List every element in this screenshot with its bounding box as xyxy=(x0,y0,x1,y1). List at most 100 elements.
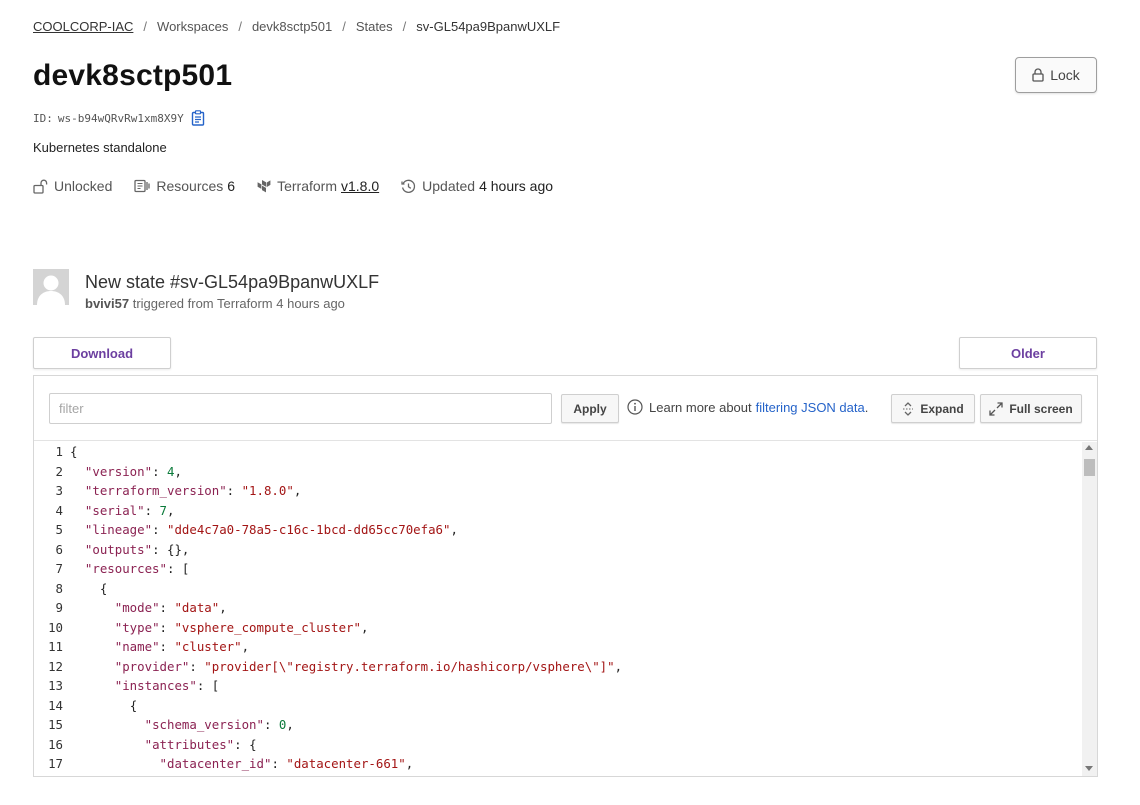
code-text: "resources": [ xyxy=(84,561,190,576)
json-key: "serial" xyxy=(84,502,145,518)
code-scrollbar[interactable] xyxy=(1082,442,1097,776)
line-number: 13 xyxy=(48,678,63,693)
updated-value: 4 hours ago xyxy=(479,178,554,194)
workspace-id: ID: ws-b94wQRvRw1xm8X9Y xyxy=(33,110,205,126)
line-number: 7 xyxy=(55,561,63,576)
code-text: "outputs": {}, xyxy=(84,541,190,557)
code-line: 3 "terraform_version": "1.8.0", xyxy=(34,481,1082,501)
json-key: "resources" xyxy=(84,561,167,576)
avatar xyxy=(33,269,69,305)
line-number: 5 xyxy=(55,522,63,537)
json-value: { xyxy=(99,580,108,596)
json-key: "mode" xyxy=(114,600,160,615)
json-value: "data" xyxy=(174,600,220,615)
lock-status-label: Unlocked xyxy=(54,178,113,194)
json-value: {} xyxy=(166,541,182,557)
line-number: 14 xyxy=(48,697,63,713)
json-key: "version" xyxy=(84,463,153,479)
lock-status: Unlocked xyxy=(33,178,112,194)
json-key: "outputs" xyxy=(84,541,153,557)
download-button[interactable]: Download xyxy=(33,337,171,369)
workspace-meta: Unlocked Resources 6 Terraform v1.8.0 Up… xyxy=(33,178,575,194)
scroll-up-arrow-icon[interactable] xyxy=(1085,445,1093,450)
lock-button-label: Lock xyxy=(1050,67,1080,83)
json-value: 7 xyxy=(159,502,167,518)
json-value: "provider[\"registry.terraform.io/hashic… xyxy=(204,658,615,674)
line-number: 10 xyxy=(48,619,63,635)
line-number: 4 xyxy=(55,502,63,518)
json-value: "cluster" xyxy=(174,639,242,654)
expand-button[interactable]: Expand xyxy=(891,394,975,423)
filter-help: Learn more about filtering JSON data. xyxy=(627,399,868,415)
code-text: { xyxy=(63,442,77,462)
json-value: { xyxy=(70,444,78,459)
breadcrumb-org-link[interactable]: COOLCORP-IAC xyxy=(33,19,133,34)
code-text: "type": "vsphere_compute_cluster", xyxy=(114,619,369,635)
code-text: "lineage": "dde4c7a0-78a5-c16c-1bcd-dd65… xyxy=(84,522,458,537)
lock-button[interactable]: Lock xyxy=(1015,57,1097,93)
filter-input[interactable] xyxy=(49,393,552,424)
breadcrumb-separator: / xyxy=(238,19,242,34)
json-key: "instances" xyxy=(114,678,197,693)
copy-icon[interactable] xyxy=(191,110,205,126)
scroll-down-arrow-icon[interactable] xyxy=(1085,766,1093,771)
line-number: 17 xyxy=(48,756,63,771)
workspace-description: Kubernetes standalone xyxy=(33,140,167,155)
json-code: 1{2 "version": 4, 3 "terraform_version": … xyxy=(34,442,1082,776)
padlock-icon xyxy=(1032,68,1044,82)
line-number: 3 xyxy=(55,483,63,498)
line-number: 11 xyxy=(48,639,63,654)
history-icon xyxy=(401,179,416,193)
breadcrumb-workspace-link[interactable]: devk8sctp501 xyxy=(252,19,332,34)
state-title: New state #sv-GL54pa9BpanwUXLF xyxy=(85,272,380,292)
code-line: 16 "attributes": { xyxy=(34,735,1082,755)
code-text: { xyxy=(63,696,137,716)
expand-icon xyxy=(903,401,914,416)
page-title: devk8sctp501 xyxy=(33,59,233,92)
resources-value: 6 xyxy=(227,178,236,194)
json-value: "vsphere_compute_cluster" xyxy=(174,619,361,635)
info-icon xyxy=(627,399,643,415)
code-text: "serial": 7, xyxy=(84,502,175,518)
terraform-version-link[interactable]: v1.8.0 xyxy=(341,178,379,194)
filter-help-suffix: . xyxy=(864,399,869,415)
code-line: 9 "mode": "data", xyxy=(34,598,1082,618)
code-line: 5 "lineage": "dde4c7a0-78a5-c16c-1bcd-dd… xyxy=(34,520,1082,540)
code-text: "version": 4, xyxy=(84,463,182,479)
breadcrumb-current: sv-GL54pa9BpanwUXLF xyxy=(416,19,561,34)
fullscreen-button-label: Full screen xyxy=(1009,401,1073,416)
code-line: 15 "schema_version": 0, xyxy=(34,715,1082,735)
breadcrumb-separator: / xyxy=(143,19,148,34)
fullscreen-icon xyxy=(989,401,1003,416)
code-text: "provider": "provider[\"registry.terrafo… xyxy=(114,658,623,674)
json-value: [ xyxy=(181,561,190,576)
filter-help-text: Learn more about xyxy=(649,399,752,415)
fullscreen-button[interactable]: Full screen xyxy=(980,394,1082,423)
line-number: 12 xyxy=(48,658,63,674)
json-key: "provider" xyxy=(114,658,190,674)
older-button[interactable]: Older xyxy=(959,337,1097,369)
filtering-json-link[interactable]: filtering JSON data xyxy=(756,400,865,415)
state-trigger-text: triggered from Terraform 4 hours ago xyxy=(132,296,345,311)
breadcrumb-states-link[interactable]: States xyxy=(356,19,393,34)
terraform-label: Terraform xyxy=(277,178,337,194)
line-number: 9 xyxy=(55,600,63,615)
unlocked-icon xyxy=(33,179,48,194)
json-value: { xyxy=(129,697,138,713)
line-number: 1 xyxy=(55,444,63,459)
scrollbar-thumb[interactable] xyxy=(1084,459,1095,476)
json-viewer: Apply Learn more about filtering JSON da… xyxy=(33,375,1098,777)
json-value: { xyxy=(249,736,257,752)
code-text: "mode": "data", xyxy=(114,600,227,615)
breadcrumb-separator: / xyxy=(402,19,407,34)
code-line: 14 { xyxy=(34,696,1082,716)
breadcrumb-workspaces-link[interactable]: Workspaces xyxy=(157,19,228,34)
apply-button[interactable]: Apply xyxy=(561,394,619,423)
code-text: { xyxy=(63,579,107,599)
workspace-id-value: ws-b94wQRvRw1xm8X9Y xyxy=(57,111,184,125)
breadcrumb: COOLCORP-IAC / Workspaces / devk8sctp501… xyxy=(33,19,560,34)
line-number: 16 xyxy=(48,736,63,752)
json-key: "schema_version" xyxy=(144,717,264,732)
json-key: "type" xyxy=(114,619,160,635)
state-user: bvivi57 xyxy=(85,296,130,311)
